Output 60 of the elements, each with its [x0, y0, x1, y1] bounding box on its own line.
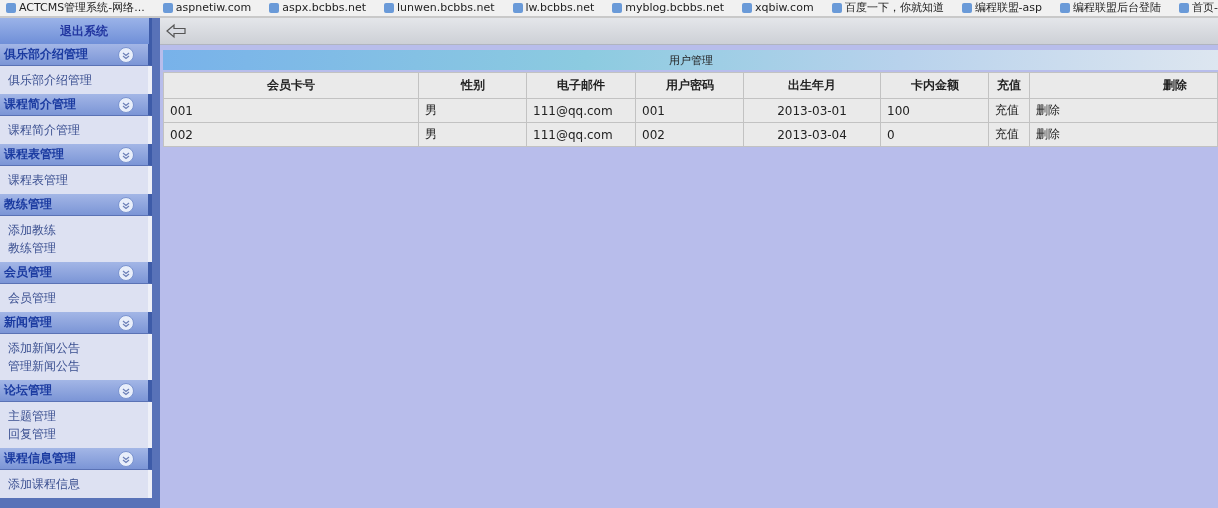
table-cell: 男: [418, 98, 527, 123]
bookmark-link[interactable]: aspnetiw.com: [162, 1, 252, 15]
column-header: 性别: [418, 72, 527, 99]
bookmark-link[interactable]: xqbiw.com: [742, 1, 814, 15]
menu-group-header[interactable]: 俱乐部介绍管理: [0, 44, 152, 66]
logout-button[interactable]: 退出系统: [0, 18, 152, 44]
column-header: 出生年月: [743, 72, 881, 99]
bookmark-link[interactable]: lunwen.bcbbs.net: [384, 1, 495, 15]
collapse-icon[interactable]: [118, 96, 134, 113]
menu-link[interactable]: 回复管理: [8, 425, 56, 443]
table-cell: 2013-03-04: [743, 122, 881, 147]
menu-link[interactable]: 教练管理: [8, 239, 56, 257]
table-cell: 002: [163, 122, 419, 147]
action-link[interactable]: 删除: [1029, 98, 1218, 123]
collapse-icon[interactable]: [118, 382, 134, 399]
menu-group-header[interactable]: 会员管理: [0, 262, 152, 284]
menu-link[interactable]: 添加新闻公告: [8, 339, 80, 357]
column-header: 用户密码: [635, 72, 744, 99]
bookmark-link[interactable]: aspx.bcbbs.net: [269, 1, 366, 15]
collapse-icon[interactable]: [118, 450, 134, 467]
table-cell: 0: [880, 122, 989, 147]
column-header: 会员卡号: [163, 72, 419, 99]
table-cell: 111@qq.com: [526, 98, 636, 123]
back-arrow-icon[interactable]: [165, 23, 187, 39]
column-header: 充值: [988, 72, 1030, 99]
column-header: 电子邮件: [526, 72, 636, 99]
table-cell: 100: [880, 98, 989, 123]
menu-group-header[interactable]: 新闻管理: [0, 312, 152, 334]
table-cell: 111@qq.com: [526, 122, 636, 147]
action-link[interactable]: 充值: [988, 98, 1030, 123]
bookmark-link[interactable]: 编程联盟-asp: [961, 1, 1043, 15]
menu-link[interactable]: 主题管理: [8, 407, 56, 425]
bookmark-link[interactable]: 首页-: [1179, 1, 1218, 15]
bookmark-link[interactable]: 编程联盟后台登陆: [1060, 1, 1162, 15]
menu-group-header[interactable]: 教练管理: [0, 194, 152, 216]
collapse-icon[interactable]: [118, 264, 134, 281]
action-link[interactable]: 删除: [1029, 122, 1218, 147]
bookmark-link[interactable]: myblog.bcbbs.net: [612, 1, 725, 15]
menu-group-header[interactable]: 课程简介管理: [0, 94, 152, 116]
collapse-icon[interactable]: [118, 146, 134, 163]
bookmark-link[interactable]: 百度一下，你就知道: [831, 1, 944, 15]
bookmark-link[interactable]: lw.bcbbs.net: [512, 1, 595, 15]
menu-link[interactable]: 管理新闻公告: [8, 357, 80, 375]
menu-group-header[interactable]: 课程表管理: [0, 144, 152, 166]
menu-group-header[interactable]: 课程信息管理: [0, 448, 152, 470]
table-cell: 001: [635, 98, 744, 123]
action-link[interactable]: 充值: [988, 122, 1030, 147]
bookmark-link[interactable]: ACTCMS管理系统-网络...: [6, 1, 145, 15]
table-cell: 男: [418, 122, 527, 147]
column-header: 删除: [1029, 72, 1218, 99]
table-cell: 2013-03-01: [743, 98, 881, 123]
panel-title: 用户管理: [668, 52, 713, 68]
collapse-icon[interactable]: [118, 196, 134, 213]
column-header: 卡内金额: [880, 72, 989, 99]
menu-link[interactable]: 添加教练: [8, 221, 56, 239]
table-cell: 002: [635, 122, 744, 147]
collapse-icon[interactable]: [118, 46, 134, 63]
table-cell: 001: [163, 98, 419, 123]
collapse-icon[interactable]: [118, 314, 134, 331]
menu-group-header[interactable]: 论坛管理: [0, 380, 152, 402]
